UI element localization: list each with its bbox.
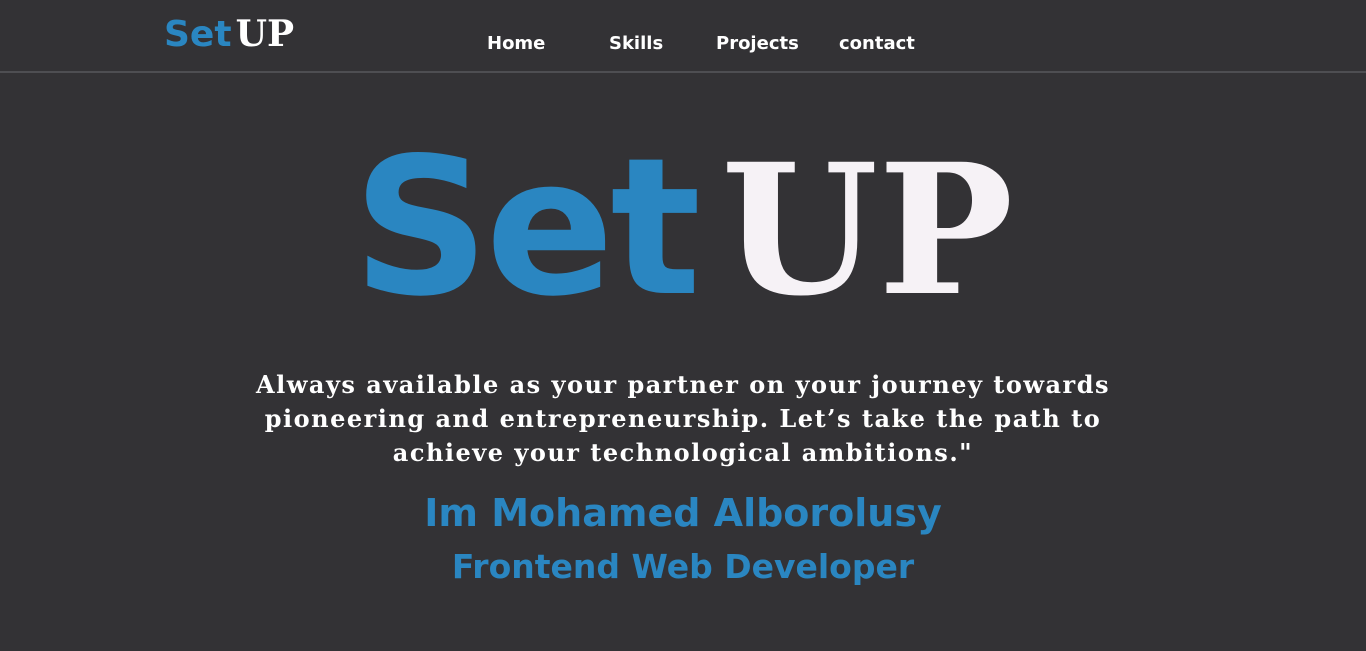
navbar: Set UP Home Skills Projects contact: [0, 0, 1366, 73]
hero-tagline: Always available as your partner on your…: [256, 370, 1110, 467]
hero-title: Set UP: [0, 128, 1366, 382]
hero-title-up: UP: [721, 125, 1014, 336]
hero-title-set: Set: [352, 117, 702, 338]
developer-role: Frontend Web Developer: [451, 547, 915, 586]
nav-link-home[interactable]: Home: [487, 31, 545, 57]
developer-name: Im Mohamed Alborolusy: [424, 491, 942, 535]
nav-link-contact[interactable]: contact: [839, 31, 915, 57]
nav-links: Home Skills Projects contact: [0, 31, 1366, 57]
nav-link-projects[interactable]: Projects: [716, 31, 799, 57]
nav-link-skills[interactable]: Skills: [609, 31, 663, 57]
